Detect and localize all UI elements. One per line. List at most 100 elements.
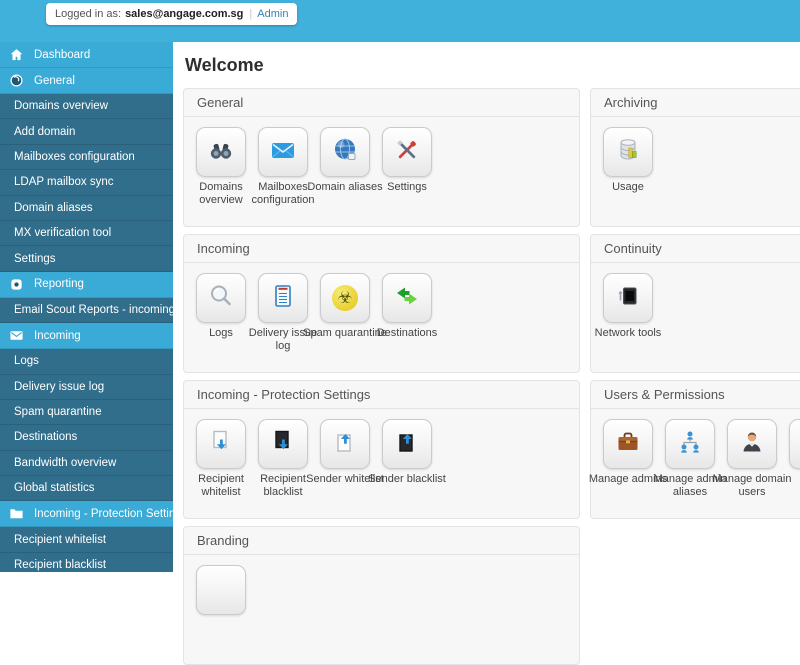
launch-item-network-tools[interactable]: Network tools	[595, 273, 661, 340]
panel-title: Incoming - Protection Settings	[184, 381, 579, 409]
page-arrow-down-black-icon	[269, 428, 297, 461]
sender-whitelist-button[interactable]	[320, 419, 370, 469]
launch-item-delivery-issue-log[interactable]: Delivery issue log	[249, 273, 317, 353]
user-icon	[738, 428, 766, 461]
binoculars-icon	[207, 136, 235, 169]
folder-icon	[9, 506, 24, 521]
launch-item-users[interactable]: Users	[789, 419, 800, 499]
main-content: Welcome General Domains overview Mailbox…	[173, 42, 800, 665]
sidebar-item-email-scout-reports-incoming[interactable]: Email Scout Reports - incoming	[0, 297, 173, 324]
launch-item-domain-aliases[interactable]: Domain aliases	[307, 127, 383, 207]
search-icon	[207, 282, 235, 315]
arrows-icon	[393, 282, 421, 315]
sidebar-item-reporting[interactable]: Reporting	[0, 271, 173, 298]
separator: |	[249, 8, 253, 20]
launch-item-mailboxes-configuration[interactable]: Mailboxes configuration	[252, 127, 315, 207]
launch-item-sender-whitelist[interactable]: Sender whitelist	[306, 419, 384, 499]
sidebar-item-domain-aliases[interactable]: Domain aliases	[0, 195, 173, 221]
settings-button[interactable]	[382, 127, 432, 177]
usage-button[interactable]	[603, 127, 653, 177]
network-icon	[614, 282, 642, 315]
sidebar-item-label: Incoming	[34, 329, 81, 342]
sender-blacklist-button[interactable]	[382, 419, 432, 469]
sidebar-item-label: General	[34, 74, 75, 87]
page-arrow-up-white-icon	[331, 428, 359, 461]
panel-title: Incoming	[184, 235, 579, 263]
delivery-issue-log-button[interactable]	[258, 273, 308, 323]
recipient-whitelist-button[interactable]	[196, 419, 246, 469]
page-arrow-up-black-icon	[393, 428, 421, 461]
launch-item-manage-domain-users[interactable]: Manage domain users	[713, 419, 791, 499]
destinations-button[interactable]	[382, 273, 432, 323]
launch-item-recipient-whitelist[interactable]: Recipient whitelist	[196, 419, 246, 499]
launch-item-usage[interactable]: Usage	[603, 127, 653, 194]
mailboxes-configuration-button[interactable]	[258, 127, 308, 177]
sidebar-item-incoming-protection-settings[interactable]: Incoming - Protection Settings	[0, 501, 173, 528]
launch-item-manage-admins[interactable]: Manage admins	[589, 419, 667, 499]
sidebar-item-destinations[interactable]: Destinations	[0, 425, 173, 451]
sidebar-item-recipient-blacklist[interactable]: Recipient blacklist	[0, 552, 173, 572]
sidebar-item-label: Incoming - Protection Settings	[34, 507, 173, 520]
page-title: Welcome	[185, 55, 264, 75]
launch-item-spam-quarantine[interactable]: ☣ Spam quarantine	[303, 273, 387, 353]
sidebar-item-label: Dashboard	[34, 48, 91, 61]
home-icon	[9, 47, 24, 62]
briefcase-icon	[614, 428, 642, 461]
panel-incoming: Incoming Logs Delivery issue log ☣ Spam …	[183, 234, 580, 373]
login-status: Logged in as: sales@angage.com.sg | Admi…	[46, 3, 298, 25]
launch-item-recipient-blacklist[interactable]: Recipient blacklist	[258, 419, 308, 499]
launch-item-branding[interactable]	[196, 565, 246, 619]
page-arrow-down-white-icon	[207, 428, 235, 461]
launch-item-domains-overview[interactable]: Domains overview	[196, 127, 246, 207]
panel-general: General Domains overview Mailboxes confi…	[183, 88, 580, 227]
sidebar-item-recipient-whitelist[interactable]: Recipient whitelist	[0, 527, 173, 553]
branding-button[interactable]	[196, 565, 246, 615]
sidebar-item-logs[interactable]: Logs	[0, 349, 173, 375]
sidebar-item-incoming[interactable]: Incoming	[0, 323, 173, 350]
logs-button[interactable]	[196, 273, 246, 323]
panel-incoming-protection-settings: Incoming - Protection Settings Recipient…	[183, 380, 580, 519]
admin-link[interactable]: Admin	[257, 8, 288, 20]
sidebar-item-delivery-issue-log[interactable]: Delivery issue log	[0, 374, 173, 400]
manage-admins-button[interactable]	[603, 419, 653, 469]
logged-in-label: Logged in as:	[55, 8, 122, 20]
panel-title: Users & Permissions	[591, 381, 800, 409]
sidebar-item-spam-quarantine[interactable]: Spam quarantine	[0, 399, 173, 426]
sidebar-item-mailboxes-configuration[interactable]: Mailboxes configuration	[0, 144, 173, 171]
sidebar-item-ldap-mailbox-sync[interactable]: LDAP mailbox sync	[0, 170, 173, 196]
envelope-icon	[9, 328, 24, 343]
mail-icon	[269, 136, 297, 169]
manage-domain-users-button[interactable]	[727, 419, 777, 469]
sidebar-item-general[interactable]: General	[0, 68, 173, 94]
launch-item-sender-blacklist[interactable]: Sender blacklist	[368, 419, 446, 499]
manage-admin-aliases-button[interactable]	[665, 419, 715, 469]
sidebar-item-global-statistics[interactable]: Global statistics	[0, 476, 173, 502]
report-icon	[9, 277, 24, 292]
recipient-blacklist-button[interactable]	[258, 419, 308, 469]
sidebar-item-domains-overview[interactable]: Domains overview	[0, 94, 173, 120]
panel-archiving: Archiving Usage	[590, 88, 800, 227]
panel-title: Branding	[184, 527, 579, 555]
biohazard-icon: ☣	[332, 285, 358, 311]
sidebar-item-settings[interactable]: Settings	[0, 246, 173, 272]
sidebar-item-label: Reporting	[34, 278, 84, 291]
spam-quarantine-button[interactable]: ☣	[320, 273, 370, 323]
launch-item-logs[interactable]: Logs	[196, 273, 246, 353]
panel-title: General	[184, 89, 579, 117]
panel-title: Archiving	[591, 89, 800, 117]
sidebar: Dashboard General Domains overview Add d…	[0, 42, 173, 572]
sidebar-item-add-domain[interactable]: Add domain	[0, 119, 173, 145]
launch-item-manage-admin-aliases[interactable]: Manage admin aliases	[654, 419, 726, 499]
sidebar-item-dashboard[interactable]: Dashboard	[0, 42, 173, 68]
globe-icon	[331, 136, 359, 169]
domains-overview-button[interactable]	[196, 127, 246, 177]
sidebar-item-mx-verification-tool[interactable]: MX verification tool	[0, 220, 173, 247]
users-button[interactable]	[789, 419, 800, 469]
sidebar-item-bandwidth-overview[interactable]: Bandwidth overview	[0, 450, 173, 477]
panel-title: Continuity	[591, 235, 800, 263]
network-tools-button[interactable]	[603, 273, 653, 323]
domain-aliases-button[interactable]	[320, 127, 370, 177]
launch-item-destinations[interactable]: Destinations	[377, 273, 437, 353]
ledger-icon	[269, 282, 297, 315]
launch-item-settings[interactable]: Settings	[382, 127, 432, 207]
